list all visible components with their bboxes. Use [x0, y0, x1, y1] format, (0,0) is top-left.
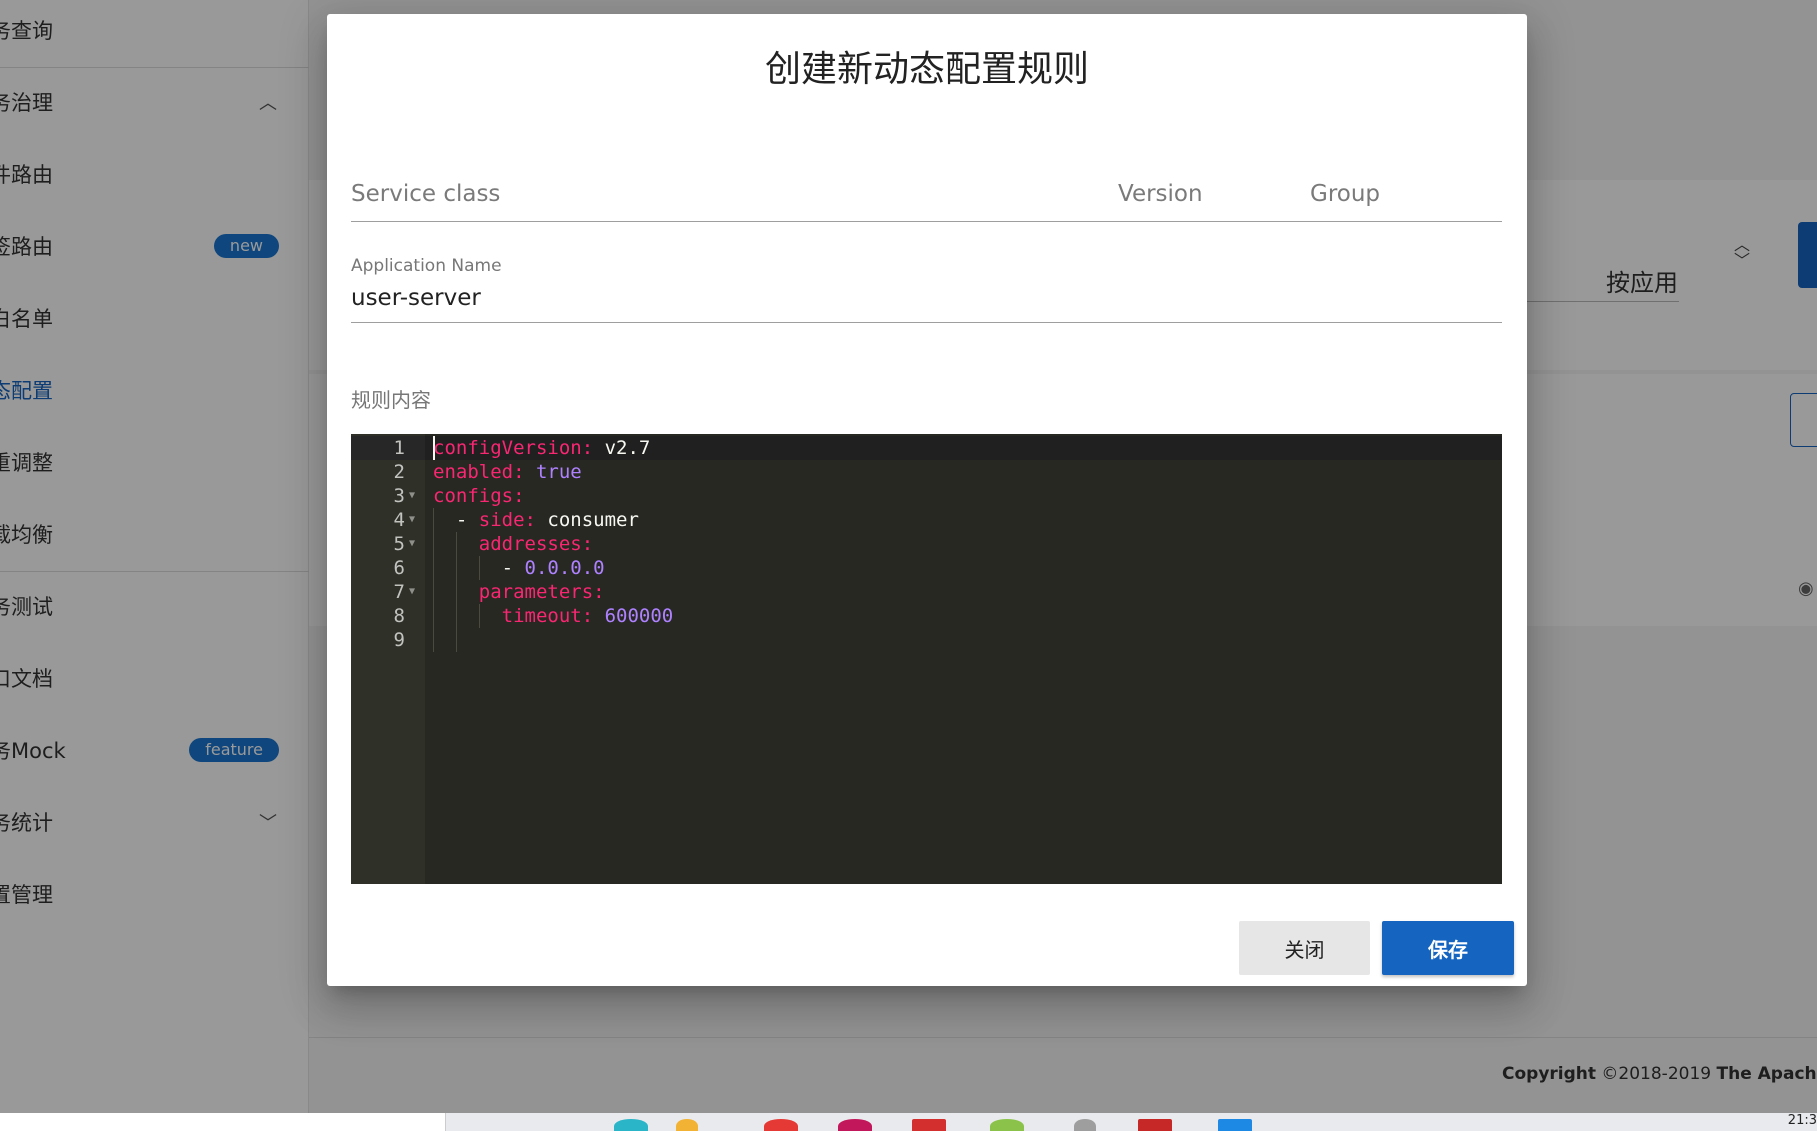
app-icon[interactable] — [1218, 1119, 1252, 1131]
application-name-label: Application Name — [351, 256, 502, 276]
close-button[interactable]: 关闭 — [1239, 921, 1370, 975]
fold-arrow-icon[interactable]: ▼ — [409, 580, 415, 604]
app-icon[interactable] — [1138, 1119, 1172, 1131]
create-dynamic-config-dialog: 创建新动态配置规则 Service class Version Group Ap… — [327, 14, 1527, 986]
browser-icon[interactable] — [764, 1119, 798, 1131]
service-class-input[interactable]: Service class — [351, 181, 500, 207]
line-number: 3 — [393, 485, 405, 507]
app-icon[interactable] — [1074, 1119, 1096, 1131]
app-icon[interactable] — [990, 1119, 1024, 1131]
rule-content-label: 规则内容 — [351, 388, 431, 412]
taskbar-clock: 21:3 — [1787, 1113, 1817, 1128]
line-number: 5 — [393, 533, 405, 555]
line-number: 9 — [393, 629, 405, 651]
line-number: 4 — [393, 509, 405, 531]
code-line[interactable]: configs: — [433, 484, 525, 508]
yaml-code-editor[interactable]: 1 2 3 4 5 6 7 8 9 ▼ ▼ ▼ ▼ configVersion:… — [351, 434, 1502, 884]
taskbar-search[interactable] — [0, 1113, 446, 1131]
fold-arrow-icon[interactable]: ▼ — [409, 484, 415, 508]
code-line[interactable]: enabled: true — [433, 460, 582, 484]
line-number: 1 — [393, 437, 405, 459]
app-icon[interactable] — [912, 1119, 946, 1131]
code-line[interactable]: timeout: 600000 — [433, 604, 674, 628]
app-icon[interactable] — [838, 1119, 872, 1131]
version-input[interactable]: Version — [1118, 181, 1203, 207]
fold-arrow-icon[interactable]: ▼ — [409, 508, 415, 532]
fold-arrow-icon[interactable]: ▼ — [409, 532, 415, 556]
code-line[interactable]: configVersion: v2.7 — [433, 436, 650, 460]
os-taskbar: 21:3 — [0, 1113, 1817, 1131]
code-line[interactable]: addresses: — [433, 532, 593, 556]
service-field-row: Service class Version Group — [351, 169, 1502, 222]
line-number: 2 — [393, 461, 405, 483]
save-button[interactable]: 保存 — [1382, 921, 1514, 975]
code-line[interactable]: - 0.0.0.0 — [433, 556, 605, 580]
application-name-input[interactable]: user-server — [351, 285, 481, 311]
dialog-title: 创建新动态配置规则 — [764, 49, 1089, 90]
app-icon[interactable] — [676, 1119, 698, 1131]
group-input[interactable]: Group — [1310, 181, 1380, 207]
text-cursor — [433, 436, 435, 460]
app-icon[interactable] — [614, 1119, 648, 1131]
application-name-field[interactable]: Application Name user-server — [351, 254, 1502, 323]
line-number: 6 — [393, 557, 405, 579]
line-number: 8 — [393, 605, 405, 627]
code-line[interactable]: - side: consumer — [433, 508, 639, 532]
line-number: 7 — [393, 581, 405, 603]
code-line[interactable]: parameters: — [433, 580, 605, 604]
